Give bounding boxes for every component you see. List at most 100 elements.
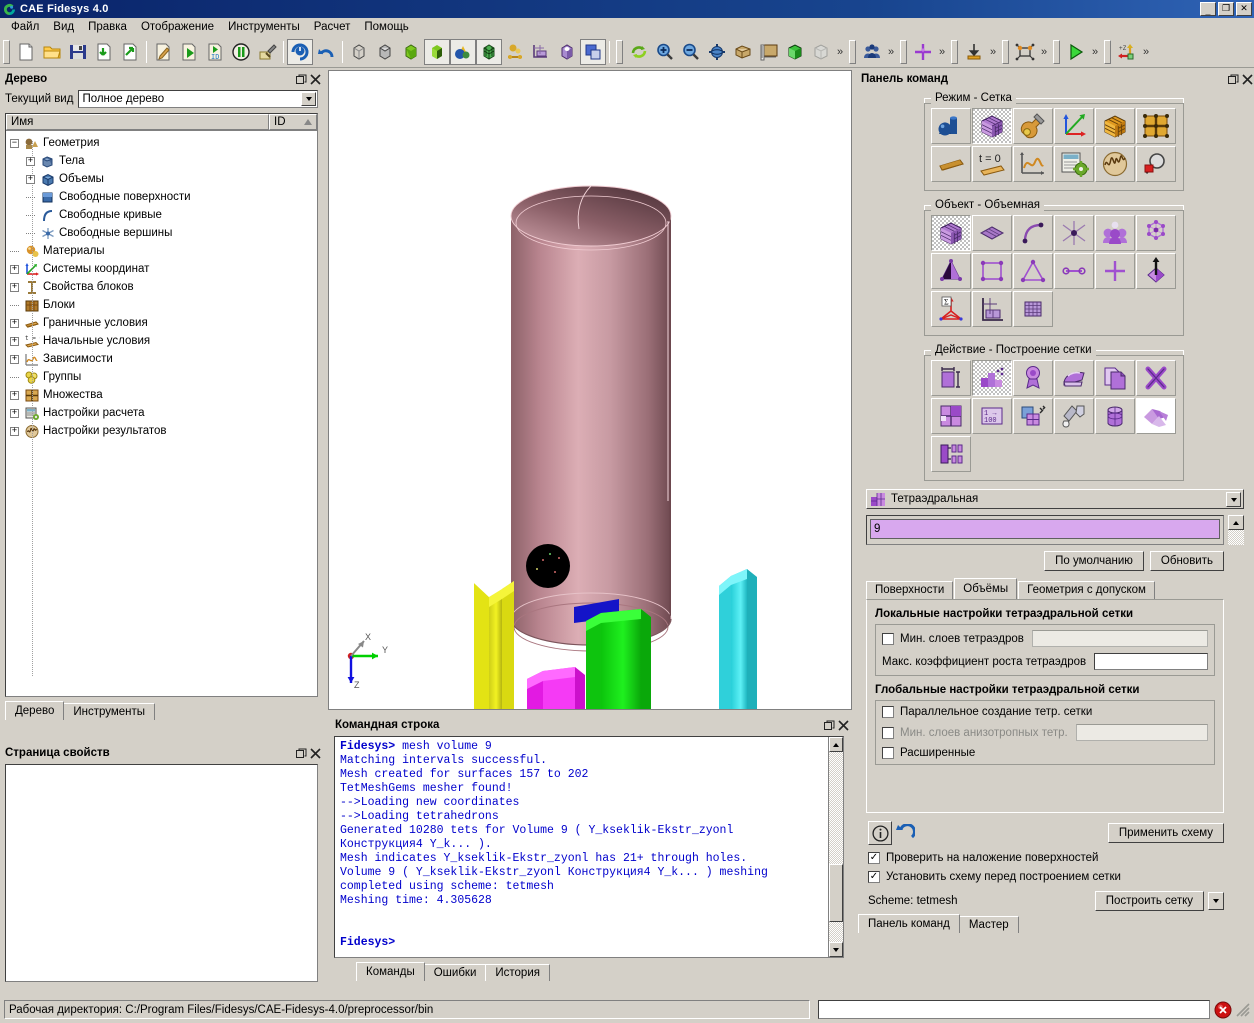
- undo-arrow-icon[interactable]: [313, 39, 339, 65]
- menu-help[interactable]: Помощь: [357, 19, 415, 35]
- node-element-icon[interactable]: [1012, 39, 1038, 65]
- import-icon[interactable]: [91, 39, 117, 65]
- graphics-viewport[interactable]: X Y Z: [328, 70, 852, 710]
- reset-arrow-icon[interactable]: [892, 821, 918, 845]
- refine-action-icon[interactable]: [931, 398, 971, 434]
- tab-errors[interactable]: Ошибки: [423, 964, 487, 981]
- tree-item-free-surfaces[interactable]: Свободные поверхности: [6, 188, 317, 206]
- menu-view[interactable]: Вид: [46, 19, 81, 35]
- menu-tools[interactable]: Инструменты: [221, 19, 307, 35]
- tree-item-boundary-conditions[interactable]: + Граничные условия: [6, 314, 317, 332]
- play-journal-icon[interactable]: [176, 39, 202, 65]
- chevron-down-icon[interactable]: [1226, 492, 1241, 507]
- default-button[interactable]: По умолчанию: [1044, 551, 1144, 571]
- wireframe-cube-icon[interactable]: [346, 39, 372, 65]
- expander-plus[interactable]: +: [6, 408, 23, 418]
- tab-commands[interactable]: Команды: [356, 962, 425, 981]
- rotate-view-icon[interactable]: [704, 39, 730, 65]
- vertex-object-icon[interactable]: [1054, 215, 1094, 251]
- tree-item-coordinate-systems[interactable]: + Системы координат: [6, 260, 317, 278]
- axes-mode-icon[interactable]: [1054, 108, 1094, 144]
- node-cross-object-icon[interactable]: [1095, 253, 1135, 289]
- min-tet-layers-checkbox[interactable]: [882, 632, 894, 645]
- toolbar-overflow-view[interactable]: »: [834, 46, 846, 58]
- console-output-box[interactable]: Fidesys> mesh volume 9 Matching interval…: [334, 736, 844, 958]
- zoom-out-icon[interactable]: [678, 39, 704, 65]
- paint-action-icon[interactable]: [1054, 398, 1094, 434]
- minimize-button[interactable]: _: [1200, 2, 1216, 16]
- primitives-icon[interactable]: [450, 38, 476, 65]
- tree-item-dependencies[interactable]: + Зависимости: [6, 350, 317, 368]
- properties-content[interactable]: [5, 764, 318, 982]
- restore-icon[interactable]: [822, 718, 836, 732]
- group-object-icon[interactable]: [1095, 215, 1135, 251]
- toolbar-overflow-run[interactable]: »: [1089, 46, 1101, 58]
- toolbar-grip[interactable]: [1104, 39, 1111, 64]
- tree-item-geometry[interactable]: − Геометрия: [6, 134, 317, 152]
- tree-item-blocks[interactable]: Блоки: [6, 296, 317, 314]
- tree-column-name[interactable]: Имя: [6, 114, 269, 130]
- tree-item-result-settings[interactable]: + Настройки результатов: [6, 422, 317, 440]
- scroll-up-icon[interactable]: [1228, 515, 1244, 530]
- tab-history[interactable]: История: [485, 964, 550, 981]
- arrow-object-icon[interactable]: [1136, 253, 1176, 289]
- power-reset-icon[interactable]: [287, 38, 313, 65]
- scroll-thumb[interactable]: [829, 864, 843, 922]
- dependencies-mode-icon[interactable]: [1013, 146, 1053, 182]
- scroll-track[interactable]: [829, 922, 843, 942]
- geometry-mode-icon[interactable]: [931, 108, 971, 144]
- scroll-down-icon[interactable]: [829, 942, 843, 957]
- pause-icon[interactable]: [228, 39, 254, 65]
- menu-analysis[interactable]: Расчет: [307, 19, 358, 35]
- expander-plus[interactable]: +: [6, 426, 23, 436]
- volume-object-icon[interactable]: [931, 215, 971, 251]
- play-id-icon[interactable]: ID: [202, 39, 228, 65]
- skin-action-icon[interactable]: [1136, 398, 1176, 434]
- resize-grip[interactable]: [1236, 1002, 1250, 1017]
- inspect-mode-icon[interactable]: [1136, 146, 1176, 182]
- console-scrollbar[interactable]: [828, 737, 843, 957]
- restore-icon[interactable]: [294, 72, 308, 86]
- pressure-load-icon[interactable]: [961, 39, 987, 65]
- restore-icon[interactable]: [1226, 72, 1240, 86]
- menu-edit[interactable]: Правка: [81, 19, 134, 35]
- volume-light-icon[interactable]: [554, 39, 580, 65]
- smooth-action-icon[interactable]: [1054, 360, 1094, 396]
- tools-mode-icon[interactable]: [1013, 108, 1053, 144]
- close-icon[interactable]: [308, 746, 322, 760]
- ghost-cube-icon[interactable]: [808, 39, 834, 65]
- tet-object-icon[interactable]: [931, 253, 971, 289]
- tree-column-id[interactable]: ID: [269, 114, 317, 130]
- composite-icon[interactable]: [502, 39, 528, 65]
- tree-item-materials[interactable]: Материалы: [6, 242, 317, 260]
- open-folder-icon[interactable]: [39, 39, 65, 65]
- min-tet-layers-field[interactable]: [1031, 630, 1208, 647]
- close-button[interactable]: ✕: [1236, 2, 1252, 16]
- maximize-button[interactable]: ❐: [1218, 2, 1234, 16]
- toolbar-grip[interactable]: [1002, 39, 1009, 64]
- renumber-action-icon[interactable]: 1 → 100: [972, 398, 1012, 434]
- tab-command-panel[interactable]: Панель команд: [858, 914, 960, 933]
- build-mesh-button[interactable]: Построить сетку: [1094, 891, 1204, 911]
- quad-object-icon[interactable]: [972, 253, 1012, 289]
- grid-object-icon[interactable]: [1013, 291, 1053, 327]
- toolbar-overflow-axis[interactable]: »: [1140, 46, 1152, 58]
- scroll-down-icon[interactable]: [1208, 892, 1224, 910]
- build-hammer-icon[interactable]: [254, 39, 280, 65]
- edit-journal-icon[interactable]: [150, 39, 176, 65]
- tree-item-volumes[interactable]: + Объемы: [6, 170, 317, 188]
- toolbar-grip[interactable]: [1053, 39, 1060, 64]
- expander-plus[interactable]: +: [22, 156, 39, 166]
- scroll-track[interactable]: [829, 752, 843, 864]
- overlay-icon[interactable]: [580, 38, 606, 65]
- tree-item-free-curves[interactable]: Свободные кривые: [6, 206, 317, 224]
- tree-view[interactable]: Имя ID − Геометрия + Тела + Объемы Свобо…: [5, 113, 318, 697]
- quality-action-icon[interactable]: [1013, 360, 1053, 396]
- scheme-combo[interactable]: Тетраэдральная: [866, 489, 1244, 509]
- toolbar-grip[interactable]: [3, 39, 10, 64]
- green-cube-icon[interactable]: [782, 39, 808, 65]
- bc-mode-icon[interactable]: [931, 146, 971, 182]
- set-scheme-checkbox[interactable]: [868, 871, 880, 883]
- apply-scheme-button[interactable]: Применить схему: [1107, 823, 1224, 843]
- panel-scrollbar[interactable]: [1228, 515, 1244, 545]
